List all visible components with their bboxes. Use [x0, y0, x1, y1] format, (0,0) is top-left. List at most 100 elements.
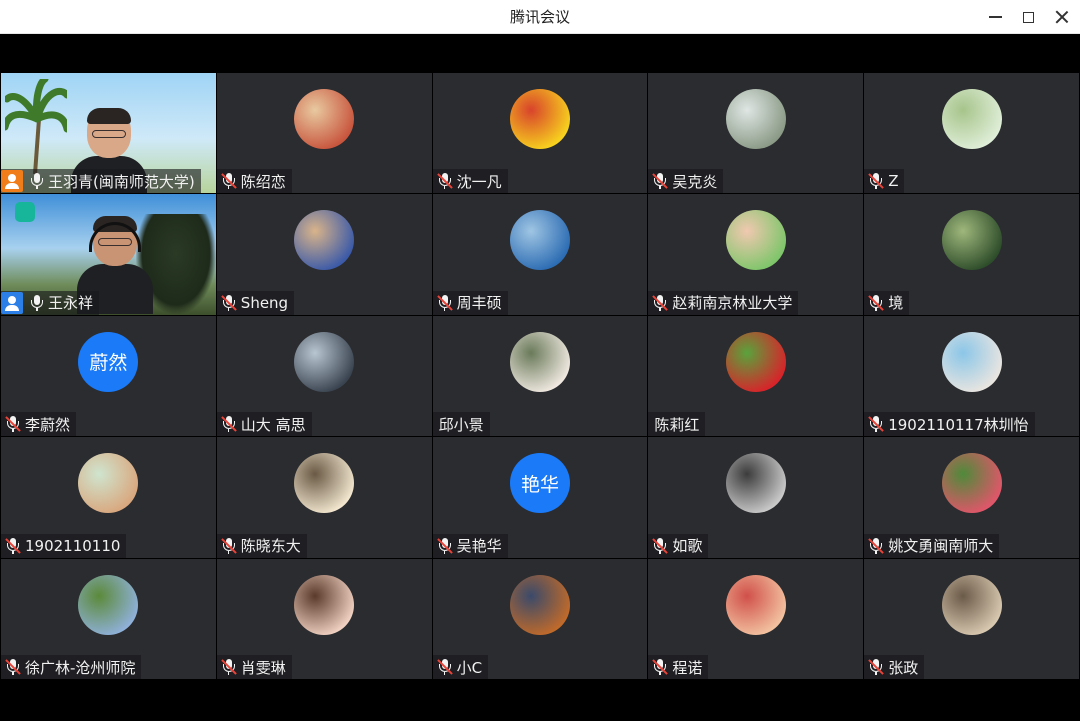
mic-muted-icon — [867, 172, 885, 190]
participant-name: 肖雯琳 — [240, 658, 286, 677]
maximize-icon[interactable] — [1014, 5, 1042, 29]
participant-tile[interactable]: 赵莉南京林业大学 — [648, 194, 864, 315]
mic-muted-icon — [220, 658, 238, 676]
participant-name: 1902110110 — [25, 536, 121, 555]
participant-tile[interactable]: 吴克炎 — [648, 73, 864, 194]
mic-muted-icon — [4, 415, 22, 433]
avatar — [294, 89, 355, 149]
participant-name: 李蔚然 — [25, 415, 71, 434]
avatar — [725, 574, 786, 635]
participant-tile[interactable]: 境 — [864, 194, 1079, 315]
participant-label: 王永祥 — [1, 290, 100, 315]
participant-tile[interactable]: 程诺 — [648, 558, 864, 679]
participant-label: Sheng — [216, 290, 295, 315]
mic-muted-icon — [4, 537, 22, 555]
participant-name: 姚文勇闽南师大 — [888, 537, 994, 556]
mic-muted-icon — [436, 172, 454, 190]
participant-label: 陈莉红 — [648, 412, 706, 437]
avatar — [294, 453, 355, 514]
participant-name: 程诺 — [672, 658, 703, 677]
mic-icon — [29, 294, 45, 312]
mic-muted-icon — [867, 294, 885, 312]
participant-label: 1902110117林圳怡 — [864, 412, 1035, 437]
participant-name: 吴艳华 — [456, 537, 502, 556]
host-icon — [1, 170, 23, 193]
participant-label: 沈一凡 — [432, 169, 508, 194]
participant-name: 吴克炎 — [672, 172, 718, 191]
participant-tile[interactable]: 周丰硕 — [432, 194, 648, 315]
participant-name: 邱小景 — [438, 415, 484, 434]
participant-name: 沈一凡 — [456, 172, 502, 191]
participant-name: 陈晓东大 — [240, 537, 301, 556]
mic-muted-icon — [867, 415, 885, 433]
participant-tile[interactable]: 张政 — [864, 558, 1079, 679]
avatar — [294, 210, 355, 271]
participant-tile[interactable]: 如歌 — [648, 437, 864, 558]
participant-tile[interactable]: 山大 高思 — [216, 315, 432, 437]
mic-muted-icon — [867, 658, 885, 676]
avatar — [294, 331, 355, 392]
mic-muted-icon — [220, 172, 238, 190]
participant-name: 小C — [456, 658, 483, 677]
participant-tile[interactable]: 邱小景 — [432, 315, 648, 437]
participant-tile[interactable]: 陈晓东大 — [216, 437, 432, 558]
avatar — [941, 574, 1002, 635]
cohost-icon — [1, 291, 23, 314]
participant-label: 陈晓东大 — [216, 533, 307, 558]
avatar — [725, 89, 786, 149]
participant-tile[interactable]: 徐广林-沧州师院 — [1, 558, 216, 679]
mic-muted-icon — [651, 172, 669, 190]
participant-name: 山大 高思 — [240, 415, 306, 434]
avatar — [78, 453, 139, 514]
mic-muted-icon — [651, 537, 669, 555]
participant-label: Z — [864, 169, 905, 194]
participant-tile[interactable]: 王羽青(闽南师范大学) — [1, 73, 216, 194]
participant-label: 吴克炎 — [648, 169, 724, 194]
participant-name: 赵莉南京林业大学 — [672, 294, 793, 313]
participant-tile[interactable]: 王永祥 — [1, 194, 216, 315]
participant-tile[interactable]: 艳华吴艳华 — [432, 437, 648, 558]
avatar: 艳华 — [509, 453, 570, 514]
participant-label: 王羽青(闽南师范大学) — [1, 169, 201, 194]
mic-muted-icon — [651, 294, 669, 312]
mic-muted-icon — [651, 658, 669, 676]
participant-name: 王羽青(闽南师范大学) — [48, 172, 195, 191]
mic-muted-icon — [436, 658, 454, 676]
avatar — [294, 574, 355, 635]
participant-tile[interactable]: 陈莉红 — [648, 315, 864, 437]
participant-name: Z — [888, 172, 899, 191]
mic-muted-icon — [4, 658, 22, 676]
participant-tile[interactable]: 1902110110 — [1, 437, 216, 558]
participant-label: 姚文勇闽南师大 — [864, 533, 1000, 558]
mic-icon — [29, 172, 45, 190]
participant-label: 邱小景 — [432, 412, 490, 437]
close-icon[interactable] — [1048, 5, 1076, 29]
participant-name: 1902110117林圳怡 — [888, 415, 1029, 434]
participant-label: 徐广林-沧州师院 — [1, 655, 142, 679]
participant-label: 张政 — [864, 655, 925, 679]
participant-tile[interactable]: 姚文勇闽南师大 — [864, 437, 1079, 558]
participant-tile[interactable]: Z — [864, 73, 1079, 194]
minimize-icon[interactable] — [981, 5, 1009, 29]
meeting-stage: 王羽青(闽南师范大学) 陈绍恋 沈一凡 吴克炎 Z 王永祥 Sheng 周丰硕 赵莉南京林业大学… — [0, 34, 1080, 721]
participant-tile[interactable]: 肖雯琳 — [216, 558, 432, 679]
participant-tile[interactable]: 1902110117林圳怡 — [864, 315, 1079, 437]
participant-name: 陈绍恋 — [240, 172, 286, 191]
participant-tile[interactable]: 小C — [432, 558, 648, 679]
avatar — [941, 89, 1002, 149]
participant-name: 徐广林-沧州师院 — [25, 658, 136, 677]
mic-muted-icon — [220, 415, 238, 433]
participant-tile[interactable]: 蔚然 李蔚然 — [1, 315, 216, 437]
participant-label: 肖雯琳 — [216, 655, 292, 679]
participant-label: 李蔚然 — [1, 412, 77, 437]
participant-tile[interactable]: 沈一凡 — [432, 73, 648, 194]
participant-name: 周丰硕 — [456, 294, 502, 313]
mic-muted-icon — [436, 537, 454, 555]
participant-name: 张政 — [888, 658, 919, 677]
participant-tile[interactable]: Sheng — [216, 194, 432, 315]
participant-label: 1902110110 — [1, 533, 127, 558]
participant-tile[interactable]: 陈绍恋 — [216, 73, 432, 194]
mic-muted-icon — [220, 537, 238, 555]
mic-muted-icon — [867, 537, 885, 555]
participant-label: 山大 高思 — [216, 412, 312, 437]
